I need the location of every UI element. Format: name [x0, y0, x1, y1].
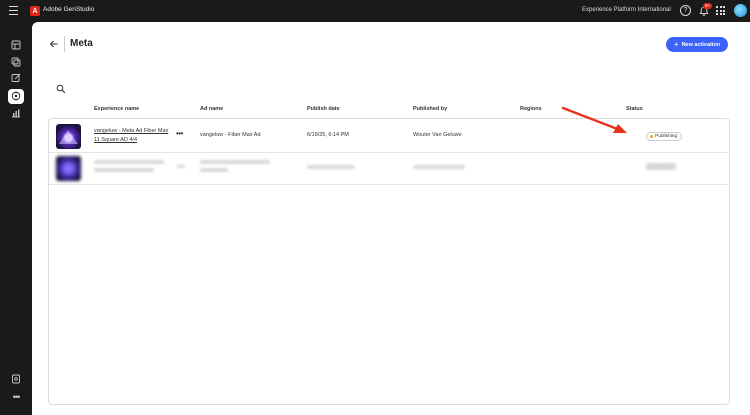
home-icon[interactable]	[11, 40, 21, 50]
blurred-status	[646, 163, 676, 170]
avatar[interactable]	[734, 4, 747, 17]
blurred-text	[94, 168, 154, 172]
column-header-regions[interactable]: Regions	[520, 106, 542, 112]
adobe-logo-icon: A	[30, 6, 40, 16]
insights-icon[interactable]	[11, 108, 21, 118]
activate-icon[interactable]	[11, 91, 21, 101]
row-divider	[49, 184, 729, 185]
column-header-published-by[interactable]: Published by	[413, 106, 447, 112]
blurred-text	[200, 160, 270, 164]
publish-date-cell: 6/19/25, 6:14 PM	[307, 132, 349, 138]
plus-icon: +	[673, 39, 679, 49]
status-label: Publishing	[655, 134, 678, 139]
status-badge: Publishing	[646, 132, 683, 141]
hamburger-icon[interactable]	[9, 6, 18, 15]
status-dot-icon	[650, 135, 653, 138]
top-bar: A Adobe GenStudio Experience Platform In…	[0, 0, 750, 22]
column-header-status[interactable]: Status	[626, 106, 643, 112]
app-name: Adobe GenStudio	[43, 6, 95, 13]
ad-name-cell: vangeluw - Fiber Max Ad	[200, 132, 261, 138]
org-switcher[interactable]: Experience Platform International	[582, 7, 671, 13]
experience-thumbnail	[56, 124, 81, 149]
assets-icon[interactable]	[11, 57, 21, 67]
create-icon[interactable]	[11, 73, 21, 83]
column-header-experience-name[interactable]: Experience name	[94, 106, 139, 112]
row-divider	[49, 152, 729, 153]
back-arrow-icon[interactable]	[49, 39, 59, 52]
blurred-text	[307, 165, 355, 169]
help-icon[interactable]: ?	[680, 5, 691, 16]
column-header-publish-date[interactable]: Publish date	[307, 106, 340, 112]
more-options-icon[interactable]: •••	[11, 392, 21, 402]
main-panel: Meta + New activation Experience name Ad…	[32, 22, 750, 415]
shield-icon[interactable]	[11, 374, 21, 384]
blurred-text	[200, 168, 228, 172]
notification-badge: 9+	[703, 3, 713, 9]
title-divider	[64, 36, 65, 52]
search-icon[interactable]	[56, 81, 66, 94]
new-activation-button[interactable]: + New activation	[666, 37, 728, 52]
page-title: Meta	[70, 38, 93, 49]
published-by-cell: Wouter Van Geluwe	[413, 132, 462, 138]
experience-name-link[interactable]: vangeluw - Meta Ad Fiber Max 11 Square A…	[94, 127, 174, 145]
blurred-text	[413, 165, 465, 169]
apps-grid-icon[interactable]	[716, 6, 725, 15]
column-header-ad-name[interactable]: Ad name	[200, 106, 223, 112]
more-icon[interactable]: •••	[176, 129, 183, 138]
blurred-text	[94, 160, 164, 164]
experience-thumbnail-blurred	[56, 156, 81, 181]
activations-table: vangeluw - Meta Ad Fiber Max 11 Square A…	[48, 118, 730, 405]
new-activation-label: New activation	[681, 41, 721, 48]
blurred-more	[177, 165, 185, 168]
